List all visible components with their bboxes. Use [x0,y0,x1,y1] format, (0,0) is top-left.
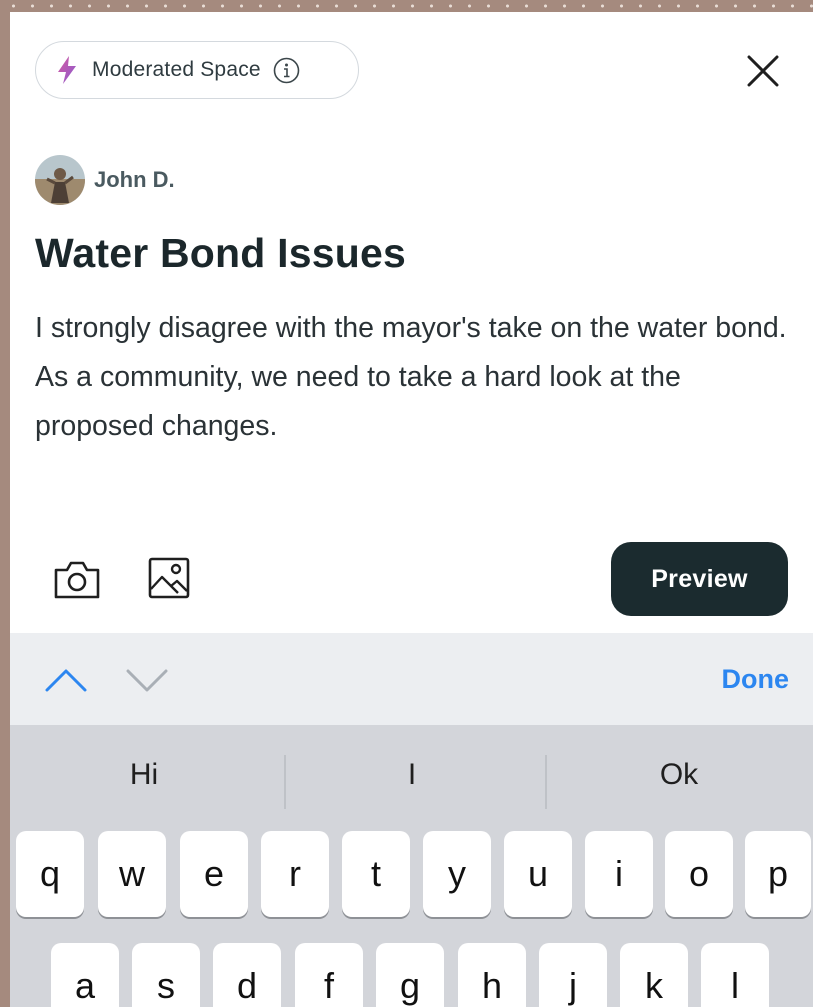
preview-button[interactable]: Preview [611,542,788,616]
camera-icon[interactable] [53,560,101,600]
info-icon[interactable] [273,57,300,84]
key-h[interactable]: h [458,943,526,1007]
author-name: John D. [94,167,175,192]
key-l[interactable]: l [701,943,769,1007]
chevron-down-icon[interactable] [125,666,169,694]
chevron-up-icon[interactable] [44,666,88,694]
key-r[interactable]: r [261,831,329,917]
key-o[interactable]: o [665,831,733,917]
author: John D. [35,155,175,205]
close-icon[interactable] [746,54,780,88]
key-g[interactable]: g [376,943,444,1007]
key-p[interactable]: p [745,831,811,917]
key-e[interactable]: e [180,831,248,917]
keyboard-accessory-bar: Done [10,633,813,725]
key-d[interactable]: d [213,943,281,1007]
key-a[interactable]: a [51,943,119,1007]
key-j[interactable]: j [539,943,607,1007]
post-body[interactable]: I strongly disagree with the mayor's tak… [35,304,795,451]
compose-sheet: Moderated Space John D. Water Bond Issue… [10,12,813,1007]
post-title[interactable]: Water Bond Issues [35,230,406,277]
dotted-border [0,0,813,12]
key-f[interactable]: f [295,943,363,1007]
suggestion-1[interactable]: Hi [10,745,278,805]
image-icon[interactable] [148,557,190,599]
avatar [35,155,85,205]
key-w[interactable]: w [98,831,166,917]
done-button[interactable]: Done [722,664,790,695]
key-t[interactable]: t [342,831,410,917]
key-i[interactable]: i [585,831,653,917]
badge-label: Moderated Space [92,58,261,81]
key-y[interactable]: y [423,831,491,917]
suggestion-2[interactable]: I [278,745,546,805]
suggestion-3[interactable]: Ok [545,745,813,805]
keyboard: Hi I Ok q w e r t y u i o p a s d f g h … [10,725,813,1007]
key-k[interactable]: k [620,943,688,1007]
moderated-space-badge[interactable]: Moderated Space [35,41,359,99]
suggestion-bar: Hi I Ok [10,745,813,809]
key-q[interactable]: q [16,831,84,917]
key-s[interactable]: s [132,943,200,1007]
bolt-icon [58,56,76,84]
key-u[interactable]: u [504,831,572,917]
